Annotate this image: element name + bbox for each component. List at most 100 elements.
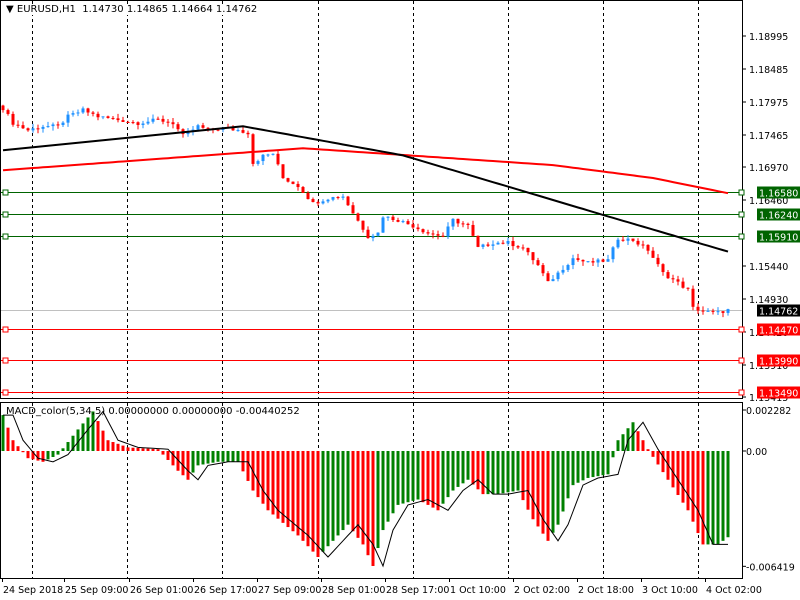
x-tick-label: 28 Sep 17:00	[386, 585, 449, 596]
collapse-triangle-icon[interactable]: ▼	[6, 4, 14, 15]
macd-bar-down	[291, 451, 295, 532]
level-handle	[2, 211, 9, 218]
macd-bar-up	[56, 451, 60, 455]
candle-bull	[506, 241, 510, 244]
candle-bear	[351, 205, 355, 214]
candle-bear	[251, 134, 255, 164]
candle-bull	[141, 123, 145, 125]
candle-bull	[626, 238, 630, 241]
candle-bull	[61, 122, 65, 126]
candle-bear	[36, 128, 40, 130]
candle-bear	[686, 287, 690, 289]
candle-bear	[346, 196, 350, 206]
candle-bear	[276, 153, 280, 165]
candle-bear	[306, 192, 310, 200]
macd-bar-down	[476, 451, 480, 490]
x-tick-label: 2 Oct 02:00	[514, 585, 570, 596]
macd-bar-up	[616, 440, 620, 451]
macd-value-3: -0.00440252	[235, 406, 300, 417]
level-handle	[738, 189, 745, 196]
candle-bull	[616, 239, 620, 248]
macd-bar-up	[326, 451, 330, 547]
macd-bar-down	[186, 451, 190, 480]
candle-bear	[246, 132, 250, 135]
macd-bar-up	[341, 451, 345, 531]
macd-bar-down	[96, 421, 100, 451]
macd-bar-up	[411, 451, 415, 501]
candle-bear	[711, 310, 715, 312]
candle-bear	[121, 120, 125, 123]
open-value: 1.14730	[82, 4, 124, 15]
level-handle	[738, 233, 745, 240]
candle-bear	[1, 105, 5, 111]
macd-bar-down	[676, 451, 680, 496]
x-tick-label: 3 Oct 10:00	[642, 585, 698, 596]
price-panel-frame	[0, 0, 743, 399]
candle-bull	[556, 272, 560, 280]
macd-bar-down	[261, 451, 265, 504]
candle-bull	[101, 116, 105, 118]
chart-canvas: 1.189951.184851.179751.174651.169701.164…	[0, 0, 800, 596]
candle-bear	[466, 223, 470, 225]
macd-y-tick-label: 0.002282	[746, 406, 791, 417]
x-tick-label: 2 Oct 18:00	[578, 585, 634, 596]
macd-bar-up	[226, 451, 230, 462]
macd-bar-down	[181, 451, 185, 476]
close-value: 1.14762	[215, 4, 258, 15]
macd-bar-up	[1, 415, 5, 451]
candle-bear	[521, 247, 525, 249]
candle-bear	[361, 220, 365, 230]
candle-bear	[411, 224, 415, 228]
candle-bear	[486, 244, 490, 246]
macd-header: MACD_color(5,34,5) 0.00000000 0.00000000…	[6, 406, 300, 417]
macd-bar-up	[196, 451, 200, 466]
candle-bull	[271, 153, 275, 155]
macd-bar-up	[346, 451, 350, 525]
macd-bar-up	[61, 448, 65, 451]
macd-bar-down	[246, 451, 250, 481]
macd-value-1: 0.00000000	[108, 406, 169, 417]
candle-bear	[291, 181, 295, 184]
candle-bull	[586, 261, 590, 263]
macd-bar-up	[406, 451, 410, 503]
macd-bar-down	[166, 451, 170, 460]
candle-bull	[146, 121, 150, 124]
candle-bear	[96, 113, 100, 118]
macd-bar-down	[286, 451, 290, 528]
candle-bear	[636, 240, 640, 245]
x-tick-label: 4 Oct 02:00	[706, 585, 762, 596]
macd-bar-down	[21, 451, 25, 453]
x-tick-label: 24 Sep 2018	[3, 585, 63, 596]
candle-bear	[681, 281, 685, 288]
candle-bear	[106, 116, 110, 118]
macd-bar-down	[101, 430, 105, 451]
macd-bar-down	[696, 451, 700, 534]
candle-bull	[256, 161, 260, 164]
candle-bear	[456, 218, 460, 224]
candle-bear	[336, 197, 340, 199]
y-tick-label: 1.17465	[749, 131, 788, 142]
macd-bar-down	[6, 427, 10, 451]
candle-bear	[631, 238, 635, 241]
candle-bear	[671, 278, 675, 280]
macd-bar-down	[266, 451, 270, 511]
macd-bar-down	[136, 448, 140, 451]
candle-bear	[16, 124, 20, 126]
macd-bar-up	[391, 451, 395, 514]
macd-bar-up	[201, 451, 205, 465]
chart-header: ▼ EURUSD,H1 1.14730 1.14865 1.14664 1.14…	[6, 4, 258, 15]
macd-bar-down	[126, 447, 130, 451]
macd-bar-down	[316, 451, 320, 558]
candle-bear	[171, 122, 175, 125]
candle-bear	[646, 244, 650, 251]
macd-bar-down	[151, 448, 155, 451]
macd-bar-up	[461, 451, 465, 484]
macd-name: MACD_color(5,34,5)	[6, 406, 106, 417]
candle-bull	[716, 311, 720, 313]
level-price-label: 1.13990	[759, 357, 798, 368]
candle-bear	[471, 224, 475, 236]
candle-bear	[526, 247, 530, 253]
candle-bull	[611, 247, 615, 260]
macd-bar-up	[221, 451, 225, 462]
candle-bull	[196, 125, 200, 130]
